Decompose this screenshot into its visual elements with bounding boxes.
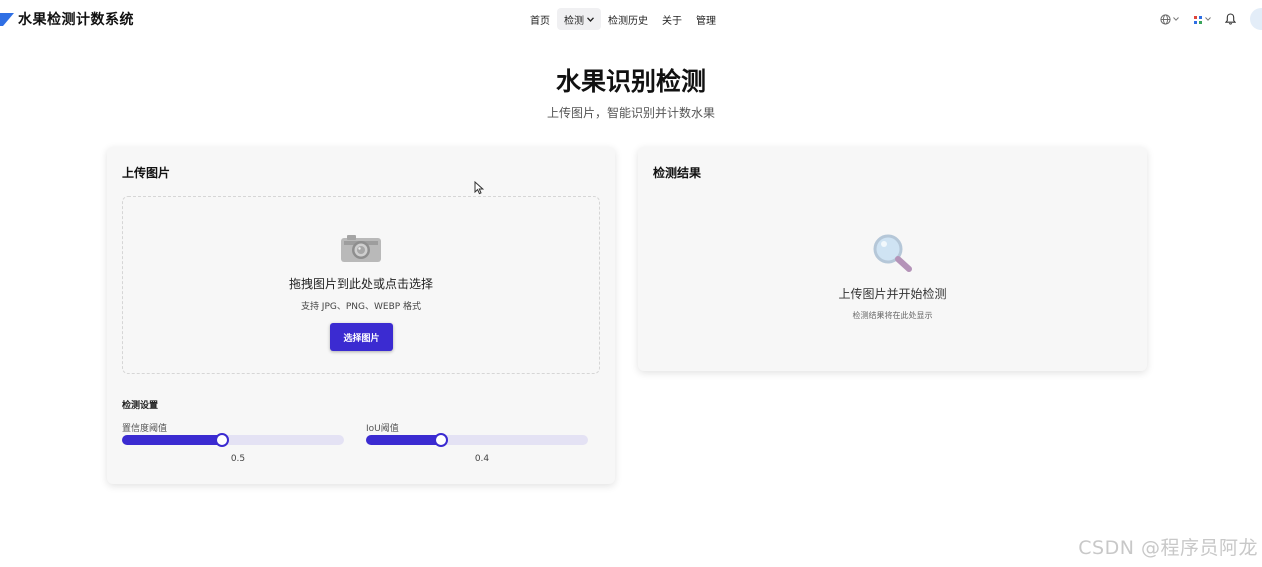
magnifier-icon (871, 232, 915, 278)
confidence-label: 置信度阈值 (122, 424, 168, 434)
page-subtitle: 上传图片，智能识别并计数水果 (546, 106, 715, 120)
image-dropzone[interactable]: 拖拽图片到此处或点击选择 支持 JPG、PNG、WEBP 格式 选择图片 (122, 196, 600, 374)
nav-label: 管理 (696, 15, 716, 27)
slider-thumb[interactable] (434, 433, 449, 447)
result-card-title: 检测结果 (653, 166, 702, 180)
globe-icon (1160, 10, 1171, 29)
chevron-down-icon (1205, 15, 1211, 23)
dropzone-hint: 支持 JPG、PNG、WEBP 格式 (300, 302, 422, 312)
iou-label: IoU阈值 (366, 424, 399, 434)
slider-fill (122, 435, 222, 445)
dropzone-title: 拖拽图片到此处或点击选择 (288, 277, 433, 291)
camera-icon (339, 232, 383, 268)
brand-logo-icon (0, 8, 14, 30)
language-switcher[interactable] (1160, 8, 1179, 30)
top-navigation-bar: 水果检测计数系统 首页 检测 检测历史 关于 管理 (0, 0, 1262, 38)
nav-item-detect[interactable]: 检测 (557, 8, 601, 30)
confidence-slider[interactable] (122, 433, 344, 447)
brand[interactable]: 水果检测计数系统 (0, 8, 134, 30)
mouse-cursor-icon (474, 180, 485, 199)
apps-switcher[interactable] (1193, 8, 1211, 30)
header-tools (1160, 8, 1262, 30)
main-nav: 首页 检测 检测历史 关于 管理 (523, 8, 723, 30)
grid-icon (1193, 10, 1203, 29)
watermark: CSDN @程序员阿龙 (1078, 537, 1258, 559)
nav-label: 检测 (564, 15, 584, 27)
bell-icon (1224, 10, 1237, 29)
chevron-down-icon (587, 15, 594, 24)
nav-label: 关于 (662, 15, 682, 27)
nav-item-about[interactable]: 关于 (655, 8, 689, 30)
notification-button[interactable] (1224, 8, 1237, 30)
page-title: 水果识别检测 (555, 67, 706, 96)
slider-thumb[interactable] (214, 433, 229, 447)
settings-title: 检测设置 (122, 401, 159, 411)
nav-item-admin[interactable]: 管理 (689, 8, 723, 30)
avatar[interactable] (1250, 8, 1262, 30)
nav-label: 检测历史 (608, 15, 648, 27)
iou-slider[interactable] (366, 433, 588, 447)
upload-card: 上传图片 拖拽图片到此处或点击选择 支持 JPG、PNG、WEBP 格式 选择图… (107, 147, 615, 484)
confidence-value: 0.5 (230, 454, 246, 464)
upload-card-title: 上传图片 (122, 166, 171, 180)
slider-fill (366, 435, 442, 445)
nav-label: 首页 (530, 15, 550, 27)
result-empty-hint: 检测结果将在此处显示 (852, 311, 933, 320)
nav-item-home[interactable]: 首页 (523, 8, 557, 30)
chevron-down-icon (1173, 15, 1179, 23)
nav-item-history[interactable]: 检测历史 (601, 8, 655, 30)
result-empty-title: 上传图片并开始检测 (838, 287, 947, 301)
iou-value: 0.4 (474, 454, 490, 464)
select-image-button[interactable]: 选择图片 (330, 323, 393, 351)
result-card: 检测结果 上传图片并开始检测 检测结果将在此处显示 (638, 147, 1147, 371)
app-title: 水果检测计数系统 (18, 12, 134, 28)
